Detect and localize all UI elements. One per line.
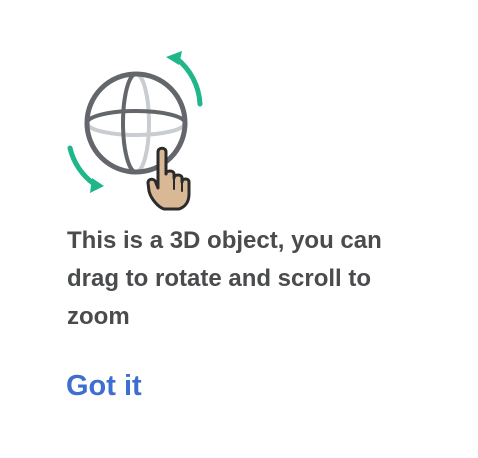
globe-icon [84, 71, 188, 175]
arrowhead-bottom-icon [90, 178, 104, 193]
onboarding-tooltip: This is a 3D object, you can drag to rot… [0, 0, 478, 458]
got-it-button[interactable]: Got it [66, 366, 142, 406]
rotate-3d-object-icon [56, 48, 216, 214]
rotate-arrow-bottom-icon [67, 145, 97, 187]
rotate-3d-illustration-svg [67, 51, 203, 211]
tooltip-message: This is a 3D object, you can drag to rot… [67, 227, 382, 330]
